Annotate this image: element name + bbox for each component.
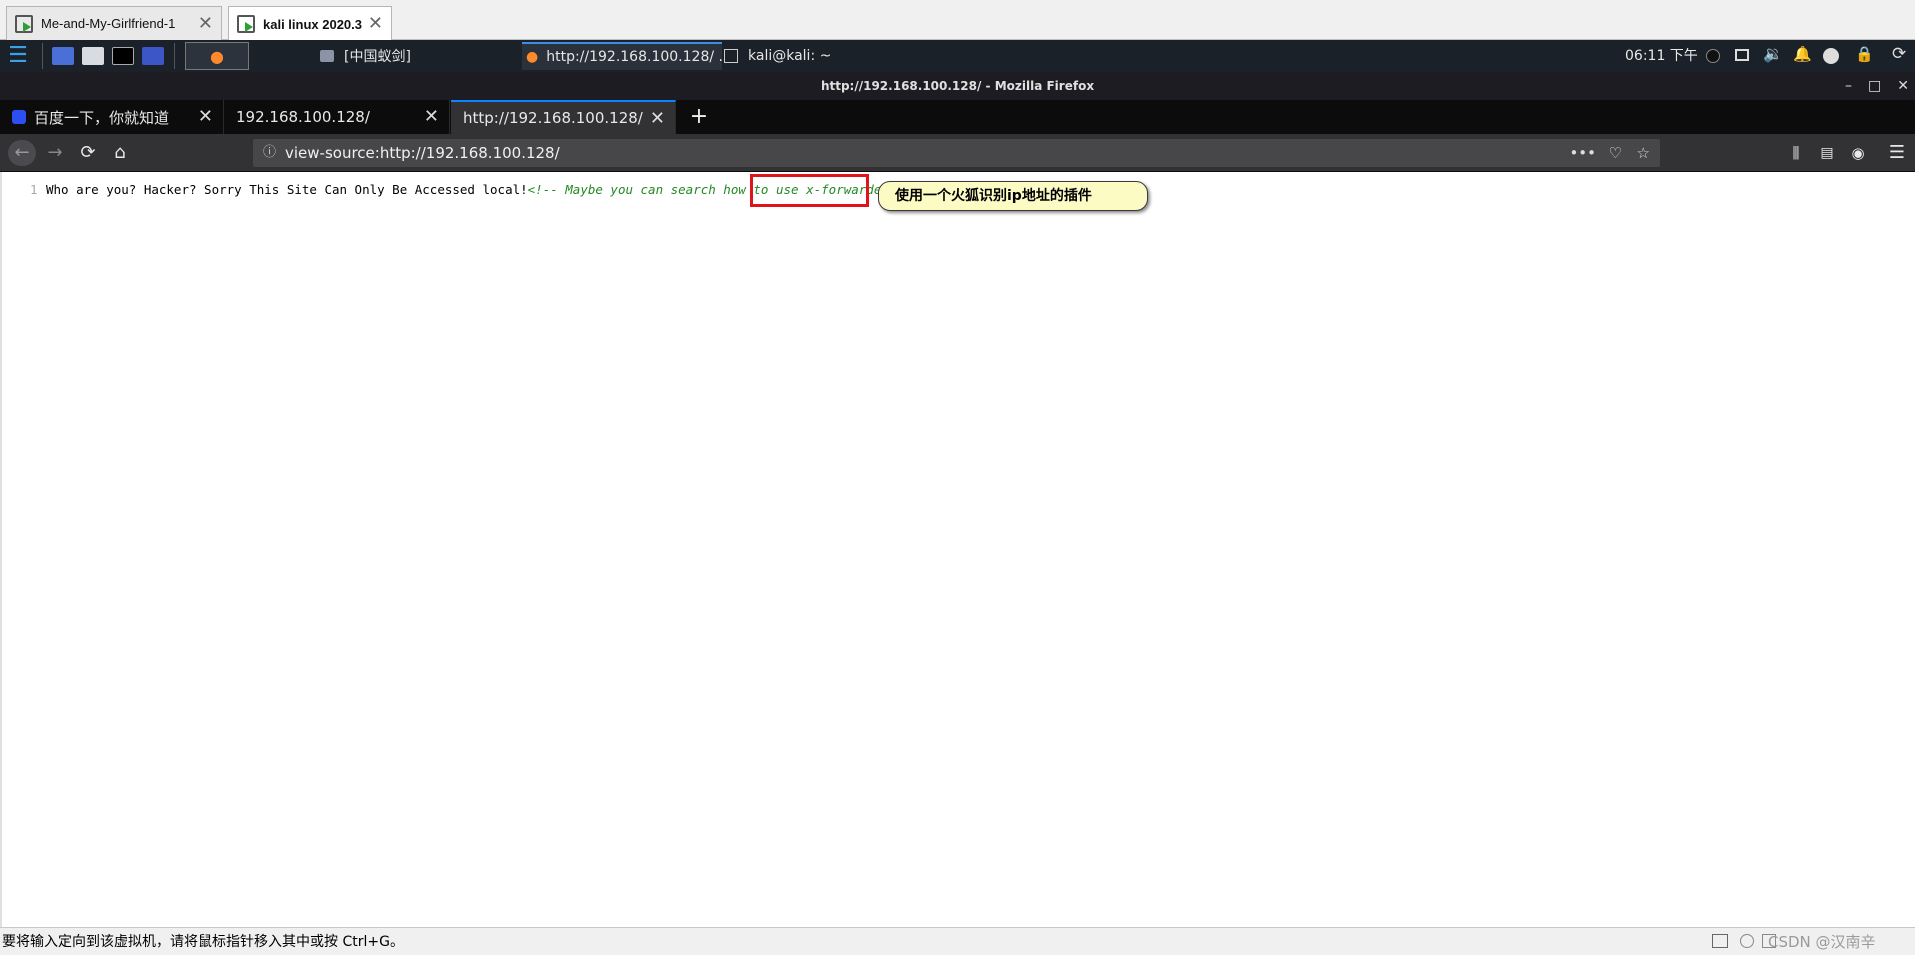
more-actions-icon[interactable]: ••• — [1569, 139, 1596, 167]
refresh-icon[interactable]: ⟳ — [1892, 44, 1906, 64]
task-label: kali@kali: ~ — [748, 48, 832, 64]
tab-baidu[interactable]: 百度一下，你就知道 ✕ — [0, 100, 224, 134]
task-label: http://192.168.100.128/ ... — [546, 49, 722, 65]
tab-label: 百度一下，你就知道 — [34, 108, 170, 127]
menu-icon[interactable]: ☰ — [1883, 140, 1911, 166]
power-icon[interactable] — [1823, 48, 1839, 64]
account-icon[interactable]: ◉ — [1844, 140, 1872, 166]
info-icon[interactable]: ⓘ — [263, 139, 276, 167]
separator — [174, 43, 175, 69]
vm-status-bar: 要将输入定向到该虚拟机，请将鼠标指针移入其中或按 Ctrl+G。 CSDN @汉… — [0, 927, 1915, 955]
terminal-icon[interactable] — [112, 47, 134, 65]
sidebar-icon[interactable]: ▤ — [1813, 140, 1841, 166]
bookmark-star-icon[interactable]: ☆ — [1637, 139, 1650, 167]
reload-button[interactable]: ⟳ — [74, 140, 102, 166]
window-icon — [320, 50, 334, 62]
close-icon[interactable]: ✕ — [424, 106, 439, 127]
cdrom-icon[interactable] — [1740, 934, 1754, 948]
task-antsword[interactable]: [中国蚁剑] — [320, 42, 520, 70]
window-title: http://192.168.100.128/ - Mozilla Firefo… — [0, 72, 1915, 100]
close-icon[interactable]: ✕ — [650, 108, 665, 129]
disk-icon[interactable] — [1712, 934, 1728, 948]
library-icon[interactable]: ⫼ — [1782, 140, 1810, 166]
tab-label: 192.168.100.128/ — [236, 108, 370, 126]
volume-icon[interactable]: 🔉 — [1763, 44, 1783, 63]
vm-tab-label: kali linux 2020.3 — [263, 16, 363, 32]
url-text: view-source:http://192.168.100.128/ — [285, 144, 560, 162]
new-tab-button[interactable]: + — [684, 102, 714, 132]
watermark: CSDN @汉南辛 — [1768, 933, 1876, 951]
vm-tab-label: Me-and-My-Girlfriend-1 — [41, 16, 176, 31]
task-terminal[interactable]: kali@kali: ~ — [724, 42, 904, 70]
highlight-box — [750, 174, 869, 207]
vm-tab-kali[interactable]: kali linux 2020.3 ✕ — [228, 6, 392, 41]
page-content: 1 Who are you? Hacker? Sorry This Site C… — [0, 172, 1915, 927]
maximize-icon[interactable]: □ — [1868, 78, 1881, 94]
forward-button[interactable]: → — [41, 140, 69, 166]
recorder-icon[interactable] — [142, 47, 164, 65]
kali-panel: ☰ ● [中国蚁剑] ● http://192.168.100.128/ ...… — [0, 40, 1915, 72]
url-bar[interactable]: ⓘ view-source:http://192.168.100.128/ ••… — [253, 139, 1660, 167]
firefox-launcher-icon[interactable]: ● — [185, 42, 249, 70]
kali-menu-icon[interactable]: ☰ — [4, 43, 32, 69]
vpn-icon[interactable] — [1706, 49, 1720, 63]
pocket-icon[interactable]: ♡ — [1609, 139, 1622, 167]
annotation-callout: 使用一个火狐识别ip地址的插件 — [878, 181, 1148, 211]
tab-ip[interactable]: 192.168.100.128/ ✕ — [224, 100, 450, 134]
terminal-icon — [724, 49, 738, 63]
desktop-icon[interactable] — [52, 47, 74, 65]
close-icon[interactable]: ✕ — [198, 13, 213, 34]
files-icon[interactable] — [82, 47, 104, 65]
window-controls: – □ ✕ — [1845, 72, 1909, 100]
browser-tab-bar: 百度一下，你就知道 ✕ 192.168.100.128/ ✕ http://19… — [0, 100, 1915, 134]
close-icon[interactable]: ✕ — [368, 13, 383, 34]
line-number: 1 — [30, 182, 38, 197]
close-icon[interactable]: ✕ — [198, 106, 213, 127]
minimize-icon[interactable]: – — [1845, 78, 1852, 94]
task-label: [中国蚁剑] — [344, 49, 411, 65]
vm-icon — [237, 15, 255, 33]
bell-icon[interactable]: 🔔 — [1793, 45, 1812, 63]
vm-tab-bar: Me-and-My-Girlfriend-1 ✕ kali linux 2020… — [0, 0, 1915, 41]
lock-icon[interactable]: 🔒 — [1855, 45, 1874, 63]
clock[interactable]: 06:11 下午 — [1625, 40, 1698, 72]
vm-icon — [15, 14, 33, 33]
firefox-icon: ● — [526, 49, 539, 65]
baidu-icon — [12, 110, 26, 124]
close-icon[interactable]: ✕ — [1897, 78, 1909, 94]
vm-tab-girlfriend[interactable]: Me-and-My-Girlfriend-1 ✕ — [6, 6, 222, 40]
navigation-toolbar: ← → ⟳ ⌂ ⓘ view-source:http://192.168.100… — [0, 134, 1915, 172]
tab-view-source[interactable]: http://192.168.100.128/ ✕ — [451, 100, 676, 134]
tab-label: http://192.168.100.128/ — [463, 109, 643, 127]
separator — [42, 43, 43, 69]
status-text: 要将输入定向到该虚拟机，请将鼠标指针移入其中或按 Ctrl+G。 — [2, 934, 404, 950]
back-button[interactable]: ← — [8, 140, 36, 166]
source-text: Who are you? Hacker? Sorry This Site Can… — [46, 182, 528, 197]
task-firefox[interactable]: ● http://192.168.100.128/ ... — [522, 42, 722, 70]
home-button[interactable]: ⌂ — [106, 140, 134, 166]
display-icon[interactable] — [1735, 49, 1749, 61]
